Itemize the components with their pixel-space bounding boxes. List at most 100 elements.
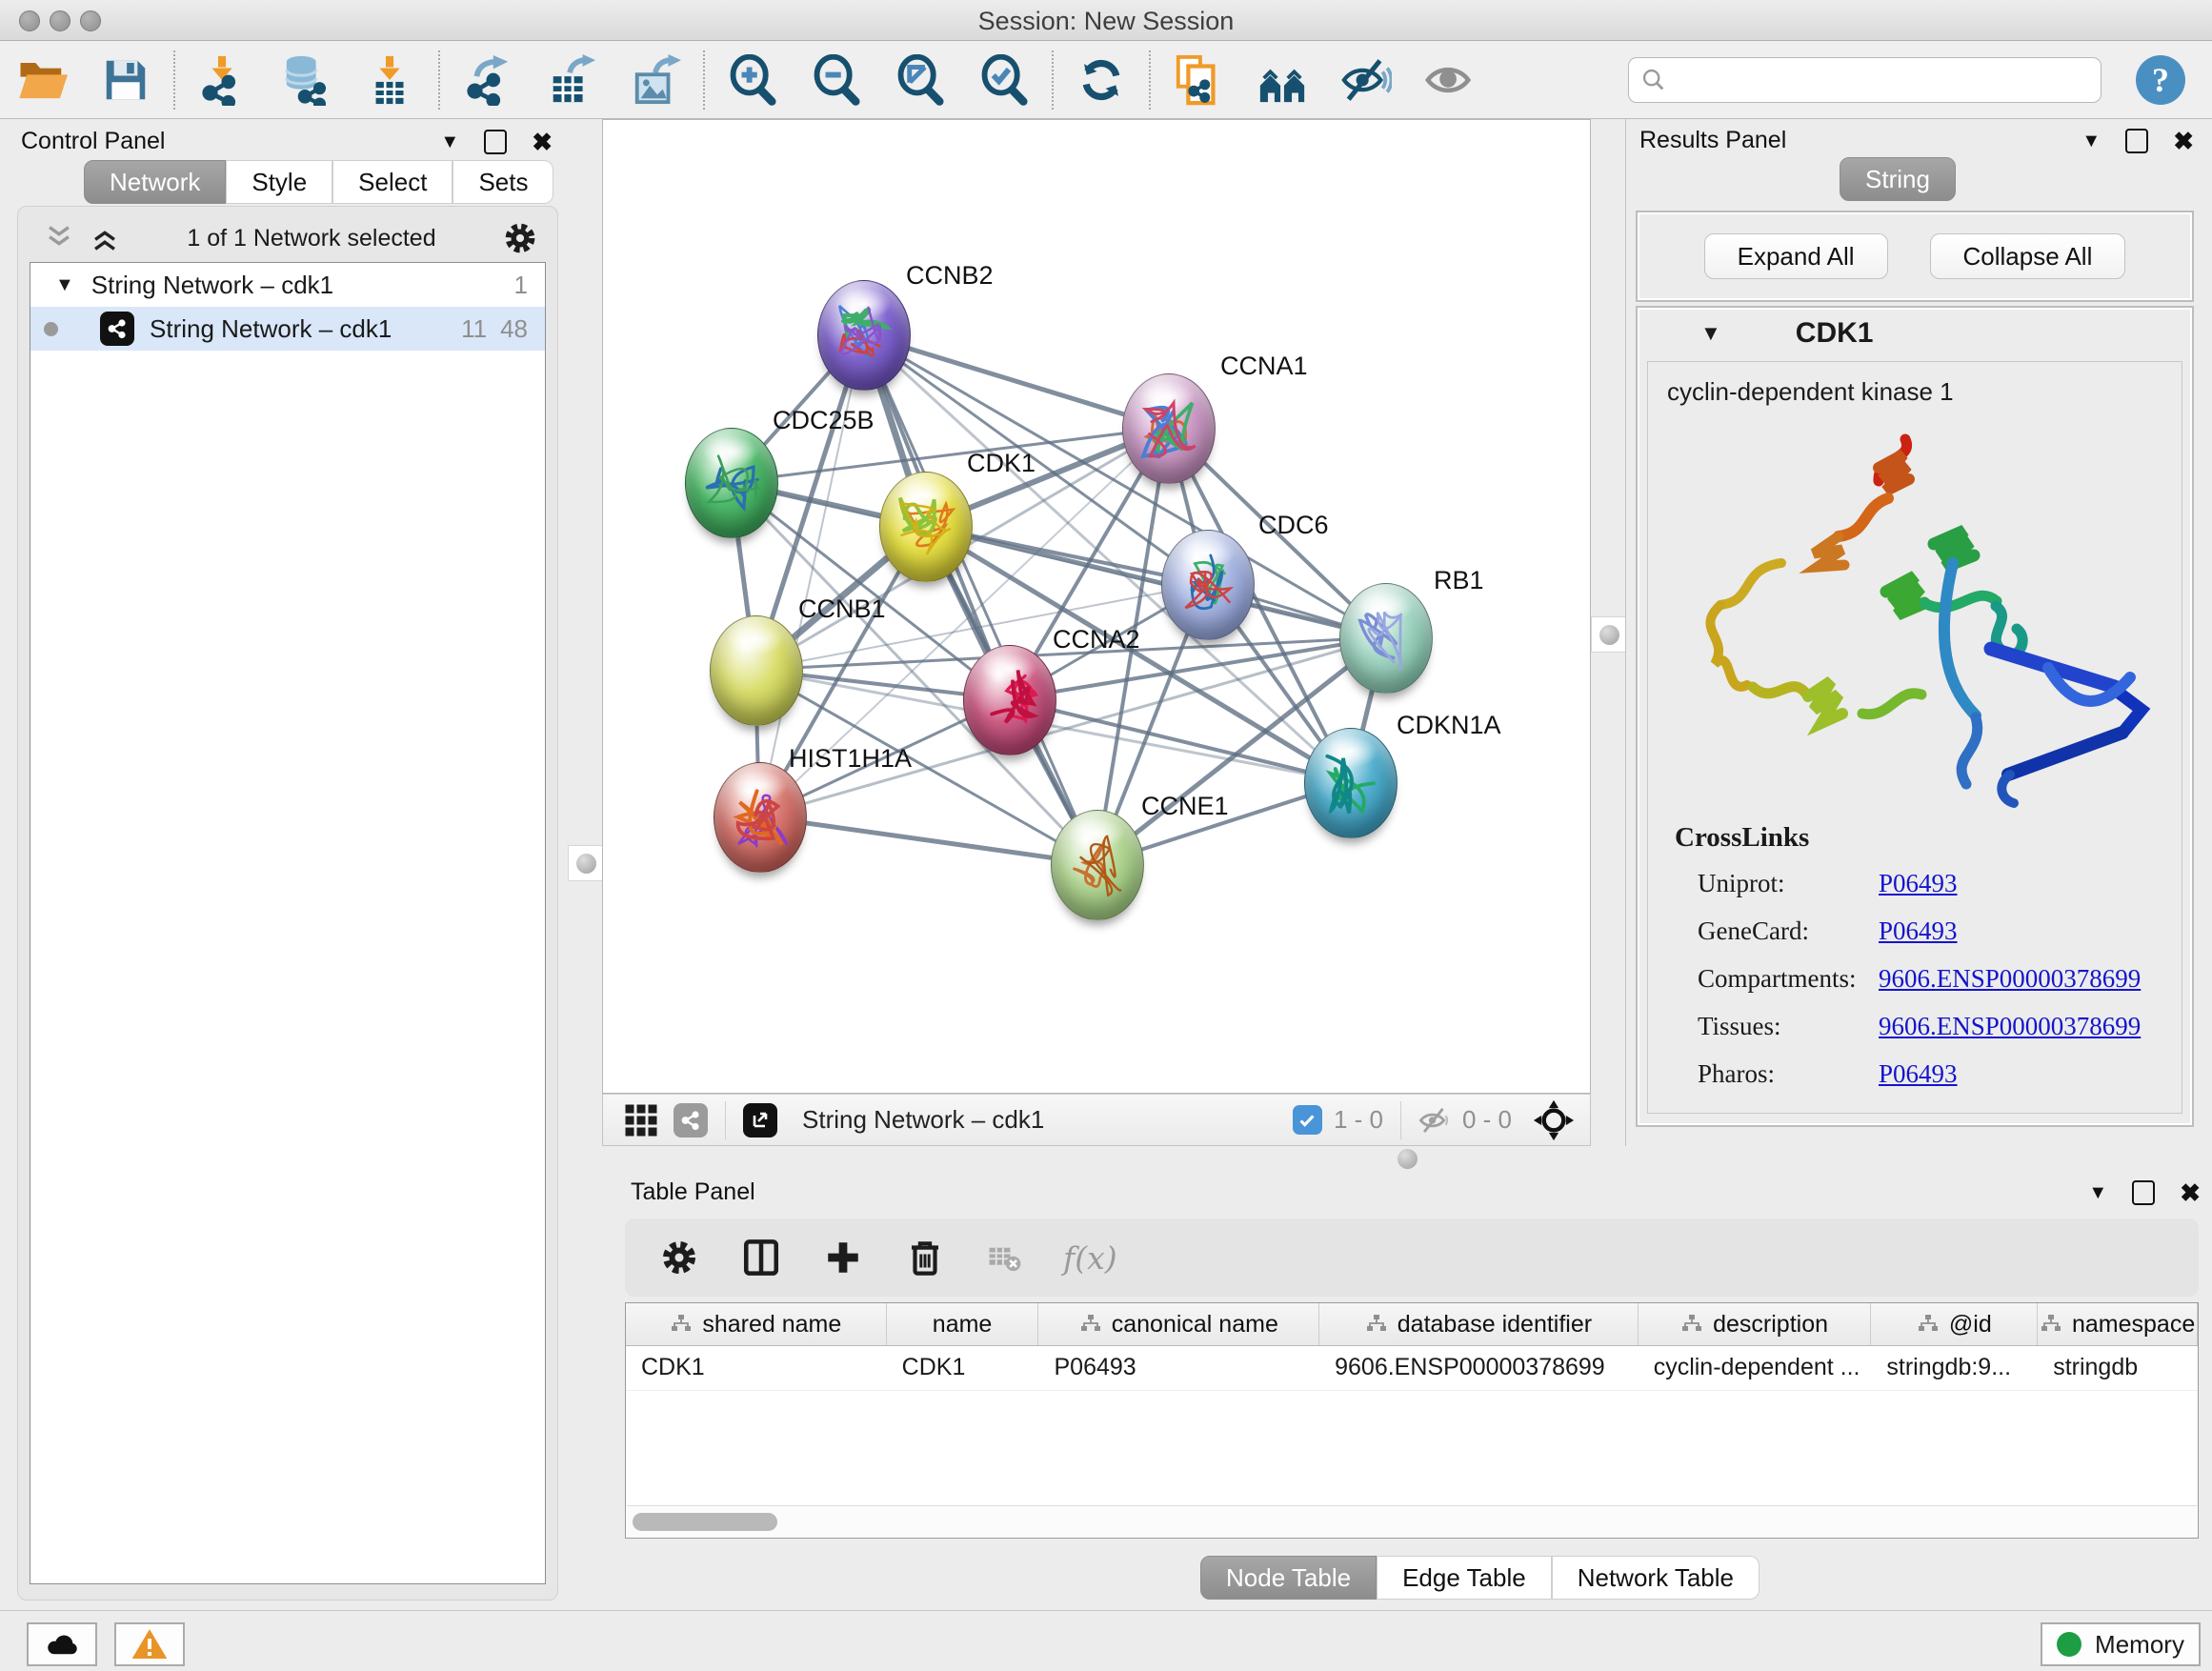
export-image-icon[interactable] (613, 51, 697, 109)
table-cell[interactable]: P06493 (1038, 1346, 1319, 1390)
hide-selected-icon[interactable] (1324, 51, 1408, 109)
network-node-CDC25B[interactable] (685, 428, 778, 538)
zoom-out-icon[interactable] (794, 51, 878, 109)
network-node-RB1[interactable] (1339, 583, 1433, 694)
close-panel-icon[interactable]: ✖ (2180, 1180, 2201, 1205)
panel-menu-icon[interactable]: ▼ (2088, 1182, 2107, 1204)
zoom-in-icon[interactable] (711, 51, 794, 109)
string-view-icon[interactable] (674, 1103, 708, 1137)
help-icon[interactable]: ? (2136, 55, 2185, 105)
network-edges[interactable] (603, 120, 1590, 1093)
table-cell[interactable]: cyclin-dependent ... (1639, 1346, 1872, 1390)
table-row[interactable]: CDK1CDK1P064939606.ENSP00000378699cyclin… (626, 1346, 2198, 1391)
network-canvas[interactable]: CCNB2CCNA1CDC25BCDK1CDC6RB1CCNB1CCNA2CDK… (603, 120, 1590, 1093)
column-header-canonical-name[interactable]: canonical name (1038, 1303, 1319, 1345)
left-splitter[interactable] (568, 119, 602, 1146)
crosslink-link[interactable]: P06493 (1879, 916, 1958, 946)
crosslink-link[interactable]: 9606.ENSP00000378699 (1879, 964, 2141, 994)
network-node-CDKN1A[interactable] (1304, 728, 1398, 838)
panel-menu-icon[interactable]: ▼ (2081, 131, 2101, 152)
network-options-gear-icon[interactable] (502, 220, 538, 256)
crosslink-link[interactable]: 9606.ENSP00000378699 (1879, 1012, 2141, 1041)
selected-indicator-checkbox[interactable] (1293, 1105, 1322, 1135)
tab-sets[interactable]: Sets (452, 160, 553, 204)
tab-edge-table[interactable]: Edge Table (1377, 1556, 1552, 1600)
scrollbar-thumb[interactable] (633, 1513, 777, 1531)
tab-node-table[interactable]: Node Table (1200, 1556, 1377, 1600)
float-panel-icon[interactable] (2132, 1180, 2155, 1205)
export-network-icon[interactable] (446, 51, 530, 109)
column-header-name[interactable]: name (887, 1303, 1039, 1345)
tab-network[interactable]: Network (84, 160, 226, 204)
grid-view-icon[interactable] (624, 1103, 658, 1137)
network-node-CDK1[interactable] (879, 472, 973, 582)
network-collection-row[interactable]: ▼ String Network – cdk1 1 (30, 263, 545, 307)
search-input[interactable] (1677, 65, 2089, 94)
table-cell[interactable]: stringdb:9... (1871, 1346, 2038, 1390)
import-network-file-icon[interactable] (181, 51, 265, 109)
expand-all-icon[interactable] (89, 222, 121, 254)
save-session-icon[interactable] (84, 51, 168, 109)
table-horizontal-scrollbar[interactable] (627, 1505, 2197, 1537)
expand-all-button[interactable]: Expand All (1704, 233, 1888, 279)
export-table-icon[interactable] (530, 51, 613, 109)
crosslink-link[interactable]: P06493 (1879, 869, 1958, 898)
protein-expander-icon[interactable]: ▼ (1700, 321, 1721, 346)
float-panel-icon[interactable] (484, 130, 507, 154)
network-node-CCNA1[interactable] (1122, 373, 1216, 484)
float-panel-icon[interactable] (2125, 129, 2148, 153)
warnings-button[interactable] (114, 1622, 185, 1666)
network-node-CCNE1[interactable] (1051, 810, 1144, 920)
import-network-database-icon[interactable] (265, 51, 349, 109)
table-cell[interactable]: 9606.ENSP00000378699 (1319, 1346, 1639, 1390)
first-neighbors-icon[interactable] (1240, 51, 1324, 109)
create-column-icon[interactable] (823, 1238, 863, 1278)
column-header-description[interactable]: description (1639, 1303, 1872, 1345)
network-node-CDC6[interactable] (1161, 530, 1255, 640)
crosslink-link[interactable]: P06493 (1879, 1059, 1958, 1089)
close-panel-icon[interactable]: ✖ (2173, 129, 2194, 153)
table-options-gear-icon[interactable] (659, 1238, 699, 1278)
column-header-namespace[interactable]: namespace (2038, 1303, 2198, 1345)
show-columns-icon[interactable] (741, 1238, 781, 1278)
import-table-icon[interactable] (349, 51, 432, 109)
network-node-HIST1H1A[interactable] (714, 762, 807, 873)
column-header-database-identifier[interactable]: database identifier (1319, 1303, 1639, 1345)
column-header-shared-name[interactable]: shared name (626, 1303, 887, 1345)
right-splitter[interactable] (1591, 119, 1625, 1146)
network-node-CCNB2[interactable] (817, 280, 911, 391)
horizontal-splitter-handle[interactable] (1391, 1147, 1423, 1170)
column-header--id[interactable]: @id (1871, 1303, 2038, 1345)
table-cell[interactable]: stringdb (2038, 1346, 2198, 1390)
close-panel-icon[interactable]: ✖ (532, 130, 553, 154)
tab-style[interactable]: Style (226, 160, 332, 204)
collapse-all-button[interactable]: Collapse All (1930, 233, 2126, 279)
clone-network-icon[interactable] (1156, 51, 1240, 109)
birdseye-view-icon[interactable] (1533, 1099, 1575, 1141)
network-row-selected[interactable]: String Network – cdk1 11 48 (30, 307, 545, 351)
delete-column-icon[interactable] (905, 1238, 945, 1278)
collection-expander-icon[interactable]: ▼ (55, 274, 74, 296)
network-node-CCNB1[interactable] (710, 615, 803, 726)
show-all-icon[interactable] (1408, 51, 1492, 109)
panel-menu-icon[interactable]: ▼ (440, 131, 459, 153)
collapse-all-icon[interactable] (43, 222, 75, 254)
tab-string[interactable]: String (1840, 157, 1956, 201)
zoom-fit-icon[interactable] (878, 51, 962, 109)
left-splitter-handle[interactable] (568, 845, 604, 881)
tab-network-table[interactable]: Network Table (1552, 1556, 1760, 1600)
network-view[interactable]: CCNB2CCNA1CDC25BCDK1CDC6RB1CCNB1CCNA2CDK… (602, 119, 1591, 1094)
right-splitter-handle[interactable] (1591, 616, 1627, 653)
cloud-button[interactable] (27, 1622, 97, 1666)
network-node-CCNA2[interactable] (963, 645, 1056, 755)
table-cell[interactable]: CDK1 (887, 1346, 1039, 1390)
table-cell[interactable]: CDK1 (626, 1346, 887, 1390)
open-session-icon[interactable] (0, 51, 84, 109)
zoom-selected-icon[interactable] (962, 51, 1046, 109)
refresh-layout-icon[interactable] (1059, 51, 1143, 109)
detach-view-icon[interactable] (743, 1103, 777, 1137)
horizontal-splitter[interactable] (602, 1146, 2212, 1171)
memory-button[interactable]: Memory (2041, 1622, 2201, 1666)
delete-table-icon[interactable] (987, 1240, 1021, 1275)
tab-select[interactable]: Select (332, 160, 452, 204)
